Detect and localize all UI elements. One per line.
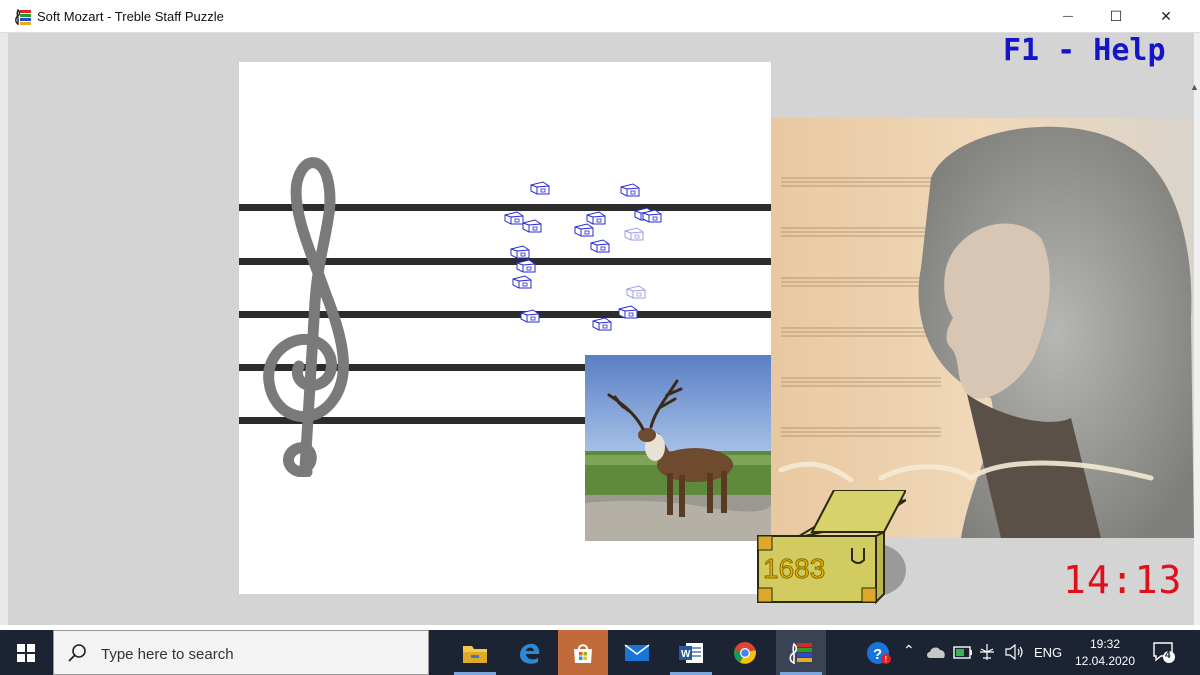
close-button[interactable]: ✕ [1142, 0, 1190, 33]
note-piece-15[interactable] [617, 304, 639, 320]
notification-count: 4 [1165, 650, 1171, 661]
taskbar-soft-mozart[interactable] [776, 630, 826, 675]
maximize-button[interactable]: ☐ [1092, 0, 1140, 33]
search-icon [68, 644, 86, 662]
store-icon [574, 643, 592, 663]
taskbar-search-box[interactable]: Type here to search [53, 630, 429, 675]
battery-icon[interactable] [953, 646, 973, 659]
svg-text:?: ? [873, 646, 882, 663]
windows-logo-icon [17, 643, 35, 662]
taskbar-chrome[interactable] [720, 630, 770, 675]
treasure-chest-icon [757, 490, 906, 605]
edge-icon [520, 643, 540, 664]
note-piece-8[interactable] [641, 208, 663, 224]
scroll-up-icon[interactable]: ▲ [1190, 82, 1199, 92]
svg-text:!: ! [885, 655, 888, 664]
window-title: Soft Mozart - Treble Staff Puzzle [37, 9, 224, 24]
app-window: Soft Mozart - Treble Staff Puzzle — ☐ ✕ … [0, 0, 1200, 630]
airplane-mode-icon[interactable] [978, 643, 996, 661]
search-placeholder: Type here to search [101, 646, 234, 663]
game-timer: 14:13 [1063, 558, 1183, 602]
svg-text:W: W [681, 649, 691, 660]
input-language[interactable]: ENG [1034, 630, 1062, 675]
file-explorer-icon [463, 645, 487, 663]
taskbar-edge[interactable] [504, 630, 554, 675]
reindeer-picture [585, 355, 771, 541]
taskbar-store[interactable] [558, 630, 608, 675]
onedrive-icon[interactable] [926, 645, 946, 659]
taskbar-file-explorer[interactable] [450, 630, 500, 675]
maximize-icon: ☐ [1109, 8, 1123, 24]
clock-time: 19:32 [1089, 637, 1121, 651]
note-piece-9[interactable] [589, 238, 611, 254]
note-piece-4[interactable] [521, 218, 543, 234]
taskbar-word[interactable]: W [666, 630, 716, 675]
note-piece-16[interactable] [519, 308, 541, 324]
soft-mozart-app-icon [15, 9, 31, 25]
minimize-button[interactable]: — [1044, 0, 1092, 33]
left-border [0, 33, 8, 625]
notification-icon [1153, 642, 1175, 663]
action-center-button[interactable]: 4 [1152, 640, 1176, 664]
note-piece-1[interactable] [529, 180, 551, 196]
help-hint[interactable]: F1 - Help [1003, 33, 1166, 68]
chrome-icon [734, 641, 756, 664]
mail-icon [624, 643, 650, 661]
close-icon: ✕ [1160, 8, 1172, 24]
vertical-scrollbar[interactable] [1194, 33, 1200, 625]
word-icon: W [679, 642, 703, 663]
score-counter: 1683 [762, 553, 826, 585]
treble-clef-icon [263, 157, 349, 477]
taskbar-mail[interactable] [612, 630, 662, 675]
note-piece-14[interactable] [625, 284, 647, 300]
taskbar: Type here to search W ? ! ⌃ ENG 19:32 12… [0, 630, 1200, 675]
minimize-icon: — [1063, 11, 1073, 22]
note-piece-13[interactable] [511, 274, 533, 290]
soft-mozart-icon [789, 642, 812, 664]
note-piece-2[interactable] [619, 182, 641, 198]
note-piece-6[interactable] [573, 222, 595, 238]
start-button[interactable] [0, 630, 52, 675]
help-tray-icon[interactable]: ? ! [866, 641, 892, 665]
mozart-portrait [771, 118, 1194, 538]
chevron-up-icon[interactable]: ⌃ [903, 642, 915, 659]
clock-date: 12.04.2020 [1074, 654, 1136, 668]
volume-icon[interactable] [1004, 644, 1024, 660]
note-piece-12[interactable] [515, 258, 537, 274]
taskbar-clock[interactable]: 19:32 12.04.2020 [1070, 636, 1140, 670]
note-piece-17[interactable] [591, 316, 613, 332]
note-piece-10[interactable] [623, 226, 645, 242]
title-bar[interactable]: Soft Mozart - Treble Staff Puzzle — ☐ ✕ [0, 0, 1200, 33]
